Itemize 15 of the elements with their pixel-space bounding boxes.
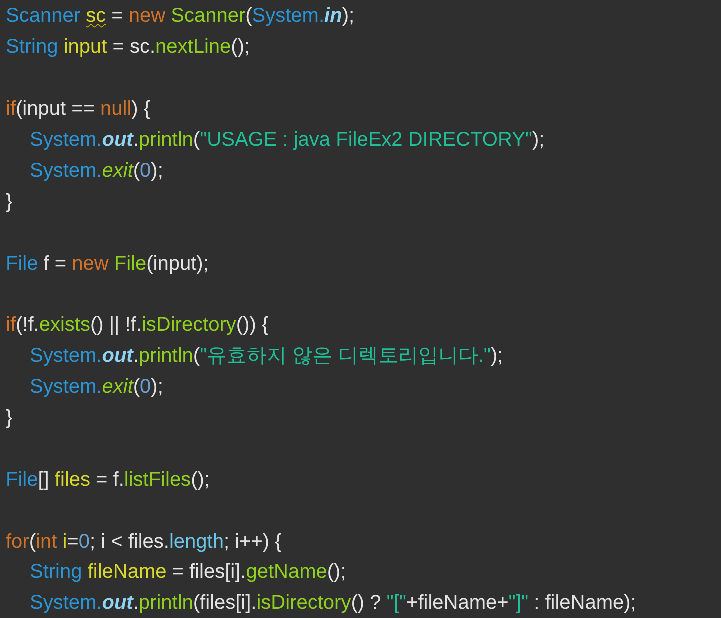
code-line: System.exit(0); bbox=[30, 375, 164, 400]
code-line: String input = sc.nextLine(); bbox=[6, 35, 250, 60]
code-line: for(int i=0; i < files.length; i++) { bbox=[6, 530, 282, 555]
code-line: } bbox=[6, 406, 13, 432]
code-line: Scanner sc = new Scanner(System.in); bbox=[6, 4, 355, 30]
code-line: System.out.println(files[i].isDirectory() ? "["+fileName+"]" : fileName); bbox=[30, 591, 636, 616]
code-line: if(!f.exists() || !f.isDirectory()) { bbox=[6, 313, 269, 338]
code-line: String fileName = files[i].getName(); bbox=[30, 560, 346, 586]
code-line: if(input == null) { bbox=[6, 97, 151, 122]
code-line: System.out.println("유효하지 않은 디렉토리입니다."); bbox=[30, 344, 504, 370]
code-line: System.out.println("USAGE : java FileEx2 DIRECTORY"); bbox=[30, 128, 545, 153]
code-line: } bbox=[6, 190, 13, 215]
code-line: File f = new File(input); bbox=[6, 252, 209, 277]
code-line: File[] files = f.listFiles(); bbox=[6, 468, 210, 493]
code-line: System.exit(0); bbox=[30, 158, 164, 184]
